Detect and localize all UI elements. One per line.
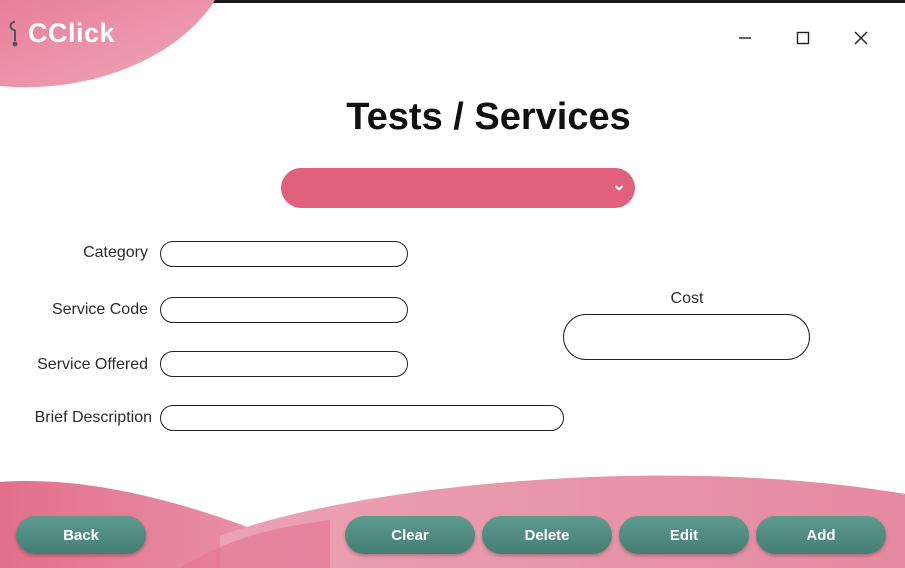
service-offered-label: Service Offered	[37, 356, 148, 373]
logo-text: CClick	[28, 18, 116, 48]
app-logo: CClick	[6, 18, 115, 49]
close-button[interactable]	[847, 24, 875, 52]
cost-label: Cost	[670, 290, 704, 307]
service-select[interactable]	[281, 168, 635, 208]
service-code-label: Service Code	[51, 301, 148, 318]
service-offered-field[interactable]	[160, 351, 408, 377]
clear-button[interactable]: Clear	[345, 516, 475, 554]
brief-description-label: Brief Description	[34, 409, 152, 426]
category-label: Category	[83, 244, 148, 261]
minimize-button[interactable]	[731, 24, 759, 52]
chevron-down-icon	[615, 185, 623, 191]
stethoscope-icon	[9, 20, 18, 46]
category-field[interactable]	[160, 241, 408, 267]
minimize-icon	[739, 37, 751, 39]
delete-button[interactable]: Delete	[482, 516, 612, 554]
service-code-field[interactable]	[160, 297, 408, 323]
maximize-icon	[796, 31, 810, 45]
brief-description-field[interactable]	[160, 405, 564, 431]
add-button[interactable]: Add	[756, 516, 886, 554]
back-button[interactable]: Back	[16, 516, 146, 554]
maximize-button[interactable]	[789, 24, 817, 52]
edit-button[interactable]: Edit	[619, 516, 749, 554]
page-title: Tests / Services	[346, 96, 631, 138]
cost-field[interactable]	[563, 314, 810, 360]
close-icon	[854, 31, 868, 45]
